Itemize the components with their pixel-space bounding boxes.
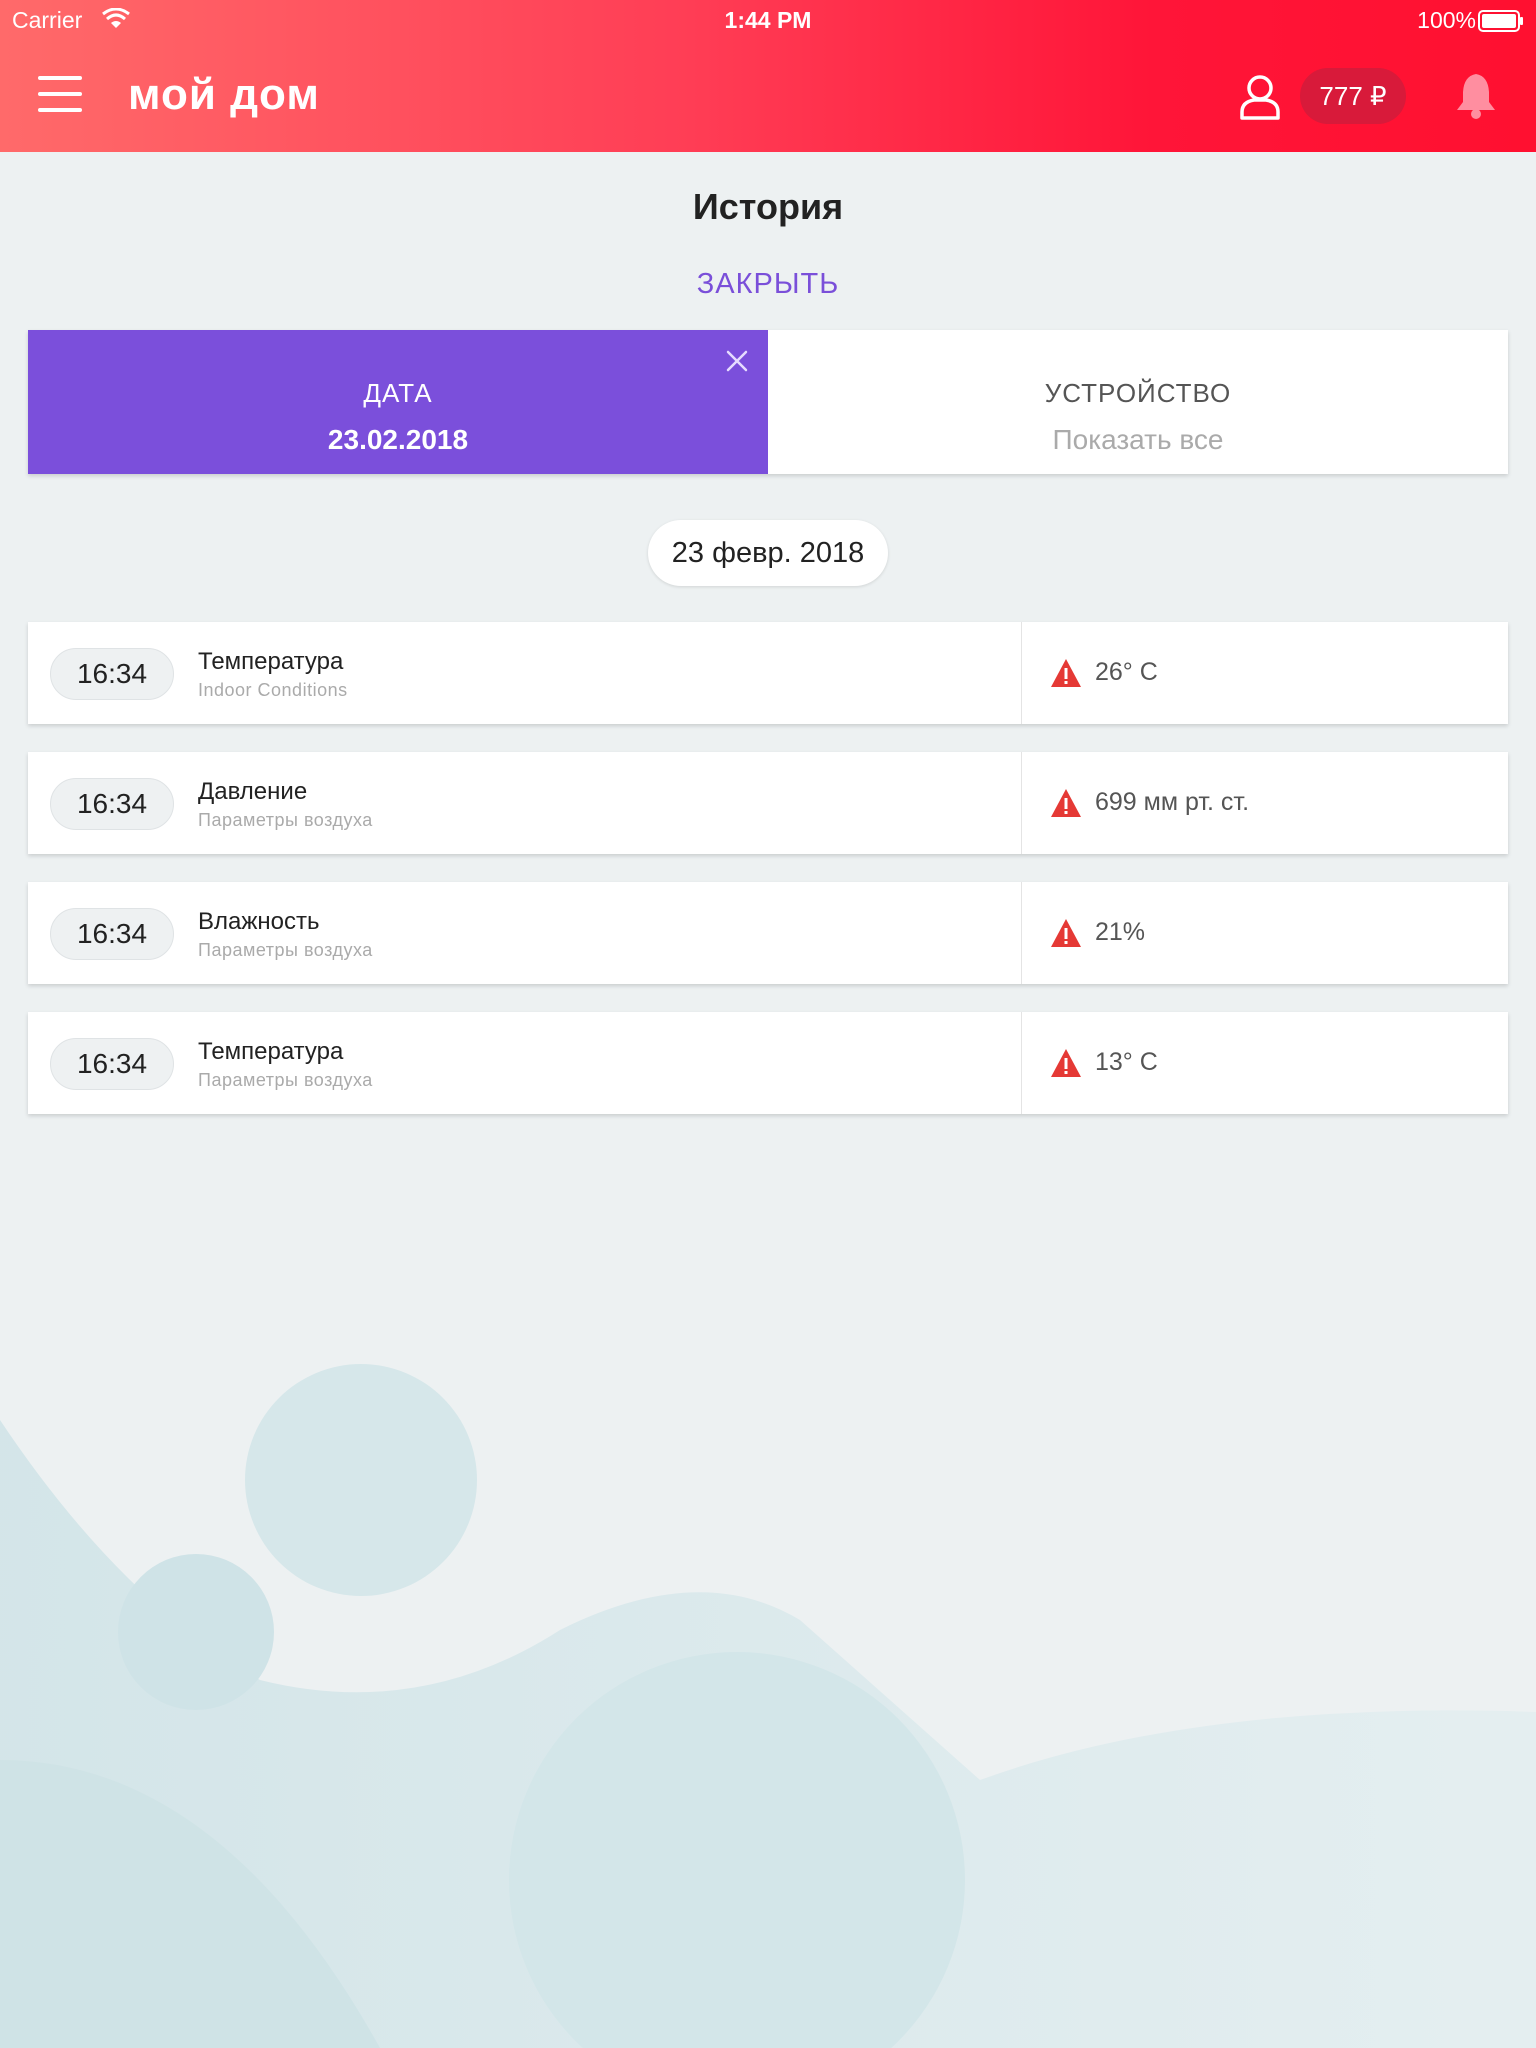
row-subtitle: Параметры воздуха — [198, 940, 373, 960]
row-value: 26° C — [1095, 658, 1158, 686]
row-subtitle: Параметры воздуха — [198, 810, 373, 830]
row-divider — [1021, 752, 1022, 854]
close-icon[interactable] — [724, 348, 750, 374]
user-icon[interactable] — [1238, 72, 1282, 120]
time-pill: 16:34 — [50, 908, 174, 960]
filter-tabs: ДАТА 23.02.2018 УСТРОЙСТВО Показать все — [28, 330, 1508, 474]
battery-icon — [1478, 10, 1523, 32]
row-divider — [1021, 622, 1022, 724]
bell-icon[interactable] — [1454, 70, 1498, 120]
date-group-chip: 23 февр. 2018 — [648, 520, 888, 586]
warning-icon — [1051, 1049, 1081, 1077]
warning-icon — [1051, 659, 1081, 687]
row-divider — [1021, 882, 1022, 984]
time-pill: 16:34 — [50, 1038, 174, 1090]
warning-icon — [1051, 789, 1081, 817]
balance-badge[interactable]: 777 ₽ — [1300, 68, 1406, 124]
row-title: Температура — [198, 648, 344, 675]
row-subtitle: Параметры воздуха — [198, 1070, 373, 1090]
warning-icon — [1051, 919, 1081, 947]
history-list: 16:34 Температура Indoor Conditions 26° … — [28, 622, 1508, 1142]
history-row[interactable]: 16:34 Влажность Параметры воздуха 21% — [28, 882, 1508, 984]
app-header: Carrier 1:44 PM 100% мой дом 777 ₽ — [0, 0, 1536, 152]
history-row[interactable]: 16:34 Давление Параметры воздуха 699 мм … — [28, 752, 1508, 854]
tab-device-label: УСТРОЙСТВО — [1044, 378, 1232, 408]
tab-date-label: ДАТА — [363, 378, 433, 408]
row-subtitle: Indoor Conditions — [198, 680, 348, 700]
time-pill: 16:34 — [50, 648, 174, 700]
row-value: 13° C — [1095, 1048, 1158, 1076]
row-value: 21% — [1095, 918, 1146, 946]
menu-icon[interactable] — [38, 76, 82, 112]
time-pill: 16:34 — [50, 778, 174, 830]
row-title: Температура — [198, 1038, 344, 1065]
history-row[interactable]: 16:34 Температура Indoor Conditions 26° … — [28, 622, 1508, 724]
battery-percent: 100% — [1417, 7, 1476, 33]
history-row[interactable]: 16:34 Температура Параметры воздуха 13° … — [28, 1012, 1508, 1114]
row-divider — [1021, 1012, 1022, 1114]
row-title: Влажность — [198, 908, 320, 935]
row-title: Давление — [198, 778, 308, 805]
status-bar: Carrier 1:44 PM 100% — [0, 0, 1536, 40]
row-value: 699 мм рт. ст. — [1095, 788, 1250, 816]
page-title: История — [692, 186, 844, 227]
tab-date[interactable]: ДАТА 23.02.2018 — [28, 330, 768, 474]
app-logo: мой дом — [128, 70, 320, 119]
tab-date-value: 23.02.2018 — [327, 424, 469, 455]
status-time: 1:44 PM — [724, 7, 812, 33]
tab-device[interactable]: УСТРОЙСТВО Показать все — [768, 330, 1508, 474]
close-button[interactable]: ЗАКРЫТЬ — [668, 268, 868, 301]
tab-device-value: Показать все — [1052, 424, 1224, 455]
